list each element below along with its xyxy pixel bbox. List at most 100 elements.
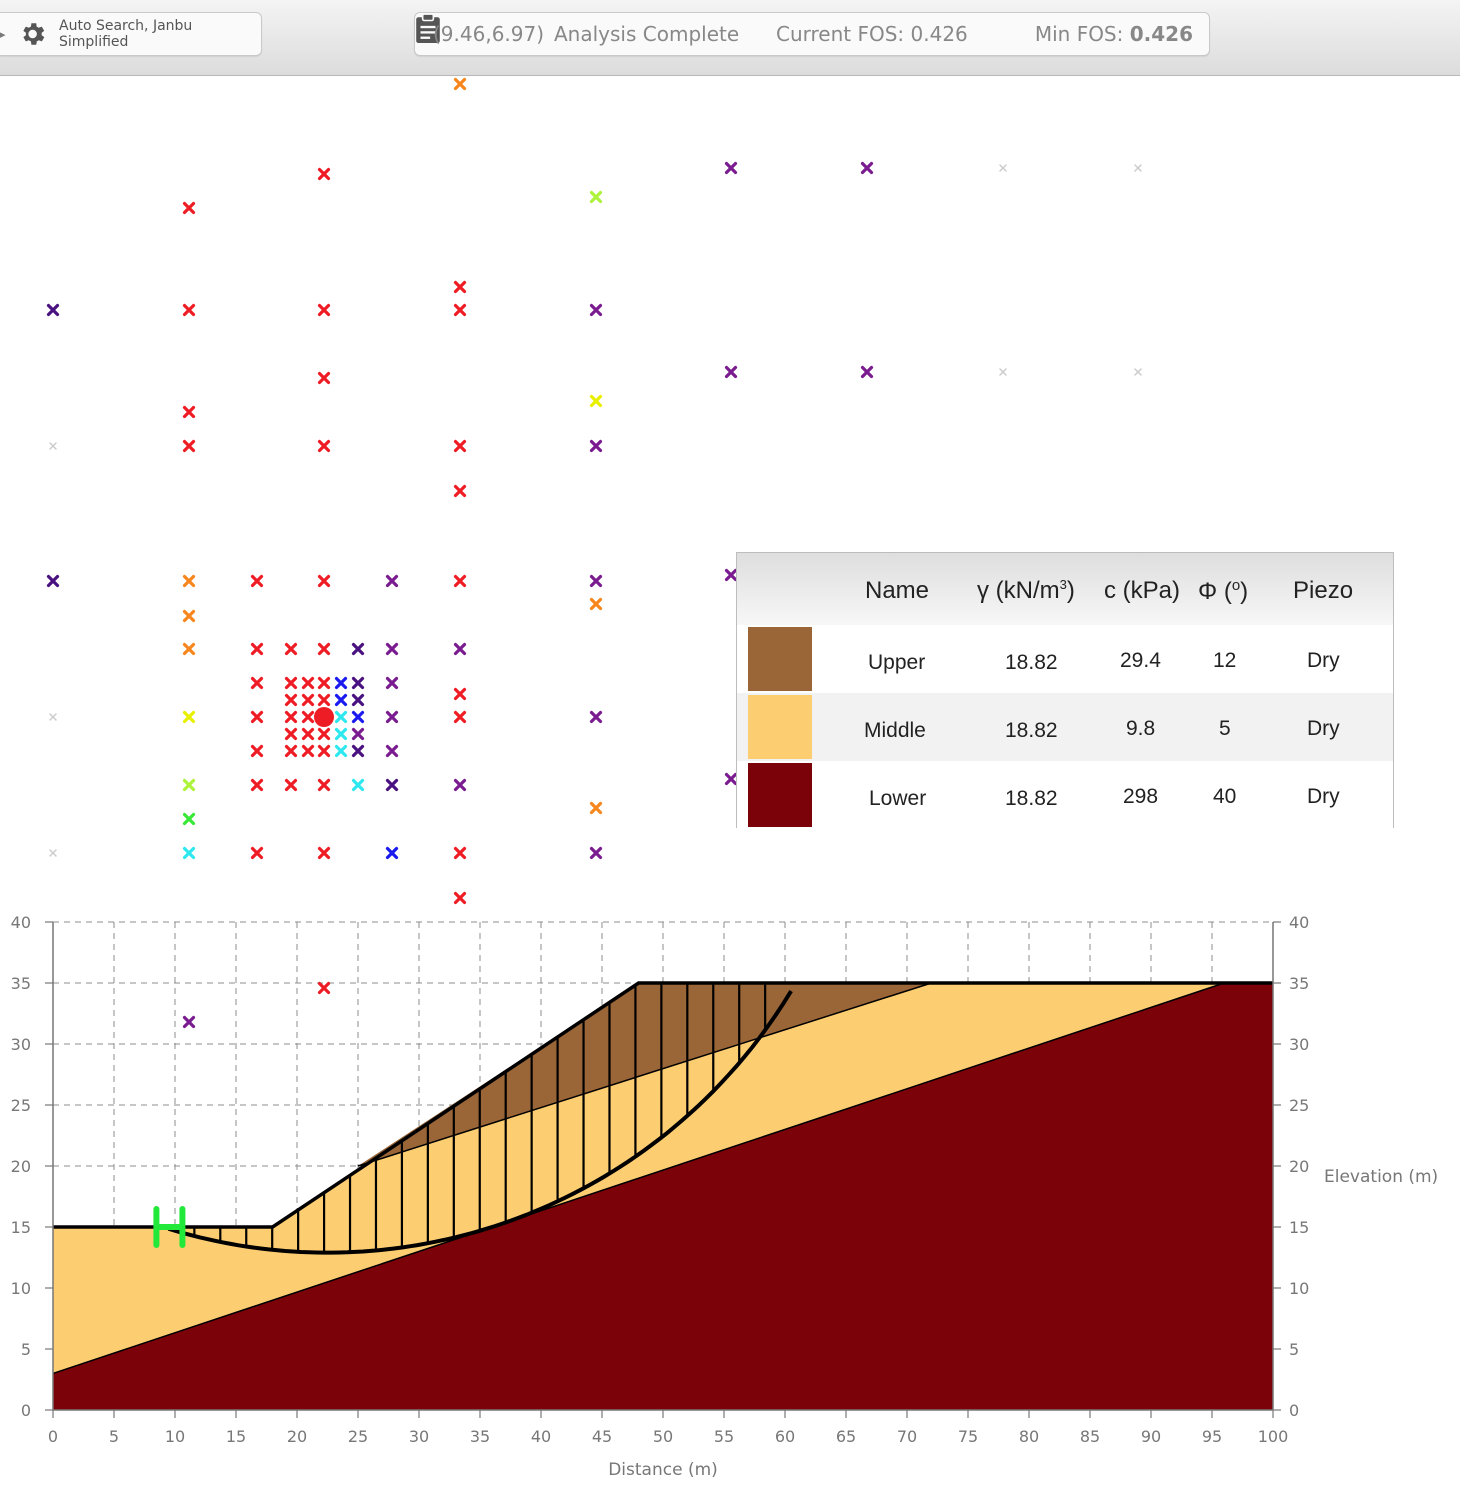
x-tick-label: 15	[226, 1427, 246, 1446]
x-tick-label: 50	[653, 1427, 673, 1446]
material-c: 298	[1123, 785, 1159, 808]
search-point	[182, 201, 196, 215]
search-point	[250, 676, 264, 690]
legend-row-middle[interactable]: Middle 18.82 9.8 5 Dry	[737, 693, 1393, 761]
search-point	[46, 303, 60, 317]
x-tick-label: 55	[714, 1427, 734, 1446]
material-c: 9.8	[1126, 717, 1156, 740]
search-point	[250, 846, 264, 860]
header-phi-text: Φ (	[1198, 578, 1232, 605]
search-point	[250, 778, 264, 792]
material-gamma: 18.82	[1005, 651, 1058, 674]
x-tick-label: 35	[470, 1427, 490, 1446]
y-tick-label-right: 20	[1289, 1157, 1309, 1176]
y-axis-label: Elevation (m)	[1324, 1167, 1438, 1187]
search-point	[49, 849, 57, 857]
search-point	[284, 642, 298, 656]
search-point	[453, 439, 467, 453]
header-piezo: Piezo	[1293, 577, 1354, 604]
search-point	[385, 744, 399, 758]
search-point	[385, 710, 399, 724]
y-tick-label-right: 10	[1289, 1279, 1309, 1298]
y-tick-label-right: 35	[1289, 974, 1309, 993]
y-tick-label-left: 10	[11, 1279, 31, 1298]
y-tick-label-right: 0	[1289, 1401, 1299, 1420]
y-tick-label-left: 15	[11, 1218, 31, 1237]
search-point	[284, 693, 298, 707]
search-point	[334, 744, 348, 758]
x-tick-label: 5	[109, 1427, 119, 1446]
search-point	[385, 846, 399, 860]
search-point	[351, 642, 365, 656]
search-point	[453, 303, 467, 317]
x-tick-label: 40	[531, 1427, 551, 1446]
search-point	[385, 676, 399, 690]
search-point	[317, 846, 331, 860]
search-point	[453, 846, 467, 860]
search-point	[301, 676, 315, 690]
material-gamma: 18.82	[1005, 787, 1058, 810]
search-point	[182, 812, 196, 826]
search-point	[589, 303, 603, 317]
search-point	[182, 846, 196, 860]
legend-header: Name γ (kN/m3) c (kPa) Φ (o) Piezo	[737, 553, 1393, 625]
y-tick-label-left: 0	[21, 1401, 31, 1420]
search-point	[317, 167, 331, 181]
search-point	[317, 676, 331, 690]
y-tick-label-left: 30	[11, 1035, 31, 1054]
header-phi-end: )	[1240, 578, 1249, 605]
search-point	[589, 394, 603, 408]
search-point	[317, 574, 331, 588]
search-point	[724, 161, 738, 175]
x-tick-label: 75	[958, 1427, 978, 1446]
search-point	[317, 303, 331, 317]
y-tick-label-right: 30	[1289, 1035, 1309, 1054]
search-point	[49, 442, 57, 450]
search-point	[334, 693, 348, 707]
x-tick-label: 60	[775, 1427, 795, 1446]
search-point	[860, 161, 874, 175]
x-tick-label: 20	[287, 1427, 307, 1446]
search-point	[284, 676, 298, 690]
header-gamma: γ (kN/m3)	[977, 577, 1075, 605]
search-point	[351, 676, 365, 690]
search-point	[1134, 164, 1142, 172]
legend-row-lower[interactable]: Lower 18.82 298 40 Dry	[737, 761, 1393, 829]
search-point	[999, 368, 1007, 376]
material-swatch	[748, 695, 812, 759]
material-swatch	[748, 627, 812, 691]
x-tick-label: 85	[1080, 1427, 1100, 1446]
material-name: Lower	[869, 787, 927, 810]
search-point	[317, 744, 331, 758]
x-tick-label: 95	[1202, 1427, 1222, 1446]
search-point	[317, 371, 331, 385]
search-point	[453, 77, 467, 91]
search-point	[860, 365, 874, 379]
x-tick-label: 10	[165, 1427, 185, 1446]
x-tick-label: 30	[409, 1427, 429, 1446]
y-tick-label-right: 25	[1289, 1096, 1309, 1115]
y-tick-label-left: 5	[21, 1340, 31, 1359]
legend-row-upper[interactable]: Upper 18.82 29.4 12 Dry	[737, 625, 1393, 693]
search-point	[385, 574, 399, 588]
search-point	[453, 891, 467, 905]
search-point	[1134, 368, 1142, 376]
search-point	[385, 642, 399, 656]
y-tick-label-right: 40	[1289, 913, 1309, 932]
x-tick-label: 70	[897, 1427, 917, 1446]
material-piezo: Dry	[1307, 785, 1340, 808]
search-point	[999, 164, 1007, 172]
search-point	[589, 597, 603, 611]
search-point	[334, 710, 348, 724]
y-tick-label-right: 5	[1289, 1340, 1299, 1359]
search-point	[317, 439, 331, 453]
material-name: Middle	[864, 719, 926, 742]
search-point	[453, 642, 467, 656]
y-tick-label-left: 25	[11, 1096, 31, 1115]
search-point	[351, 727, 365, 741]
search-point	[453, 687, 467, 701]
search-point	[250, 744, 264, 758]
search-point	[589, 710, 603, 724]
search-point	[250, 642, 264, 656]
search-point	[182, 405, 196, 419]
